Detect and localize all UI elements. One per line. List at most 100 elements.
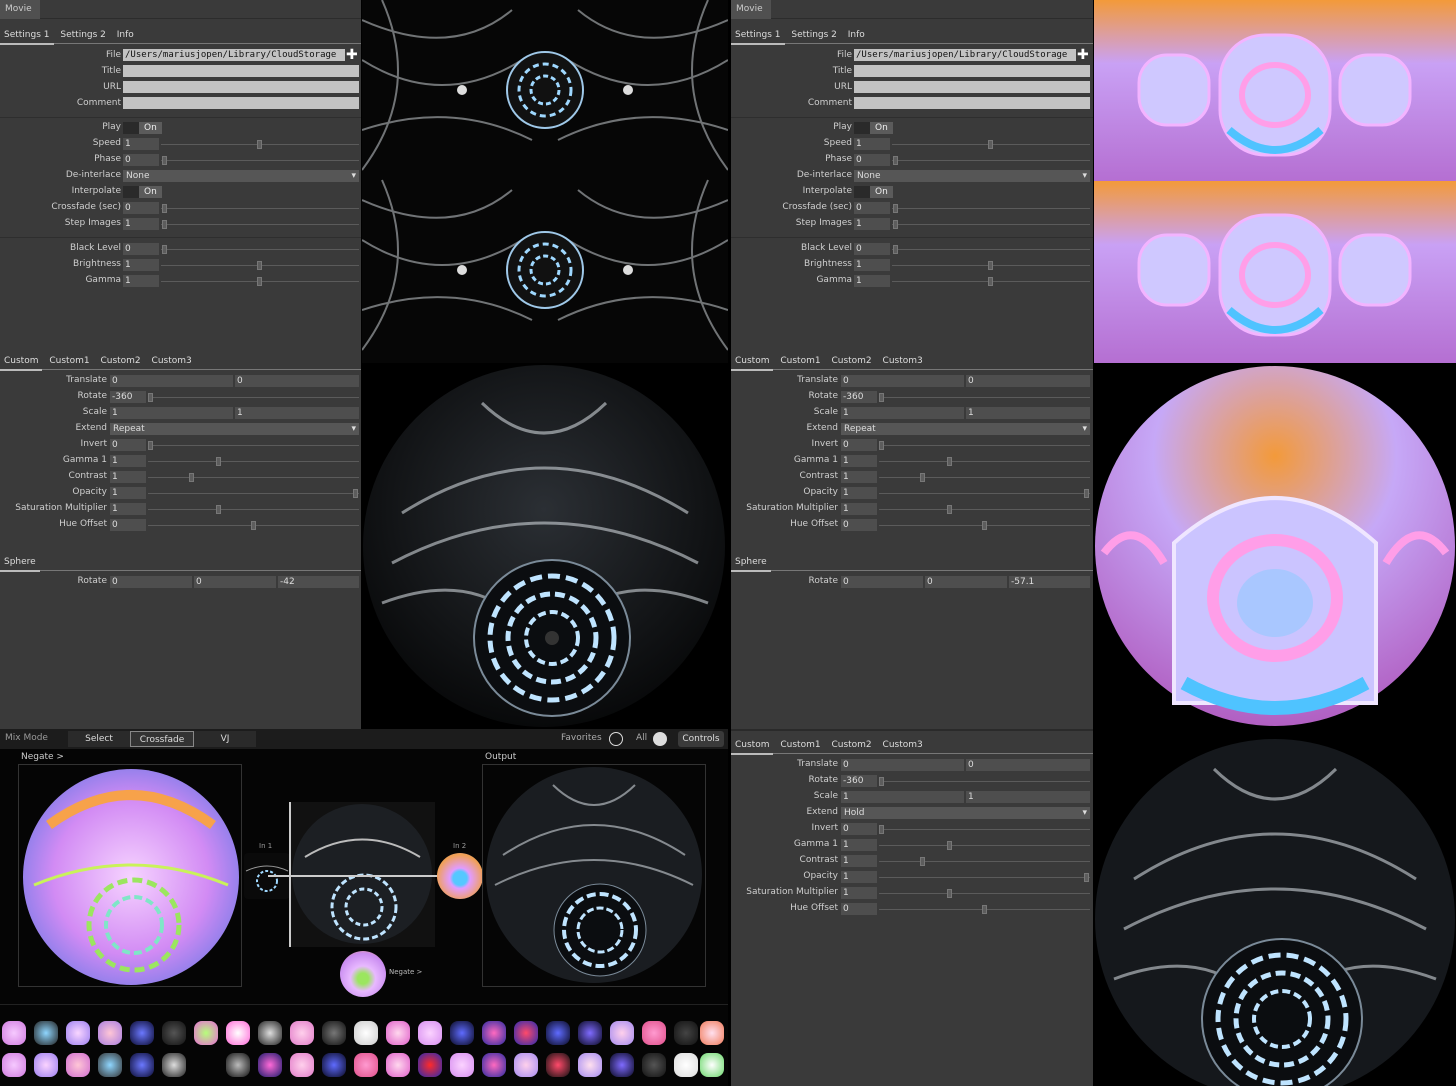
rotate-slider-handle[interactable] <box>148 393 153 402</box>
tab-settings-1[interactable]: Settings 1 <box>0 28 54 45</box>
phase-slider-handle[interactable] <box>162 156 167 165</box>
play-toggle[interactable]: On <box>854 122 893 134</box>
opacity-slider-handle[interactable] <box>1084 489 1089 498</box>
sphere-rotate-z-field[interactable]: -42 <box>278 576 359 588</box>
scale-x-field[interactable]: 1 <box>110 407 233 419</box>
saturation-slider-handle[interactable] <box>947 889 952 898</box>
media-thumbnail[interactable] <box>450 1053 474 1077</box>
media-thumbnail[interactable] <box>98 1053 122 1077</box>
translate-x-field[interactable]: 0 <box>110 375 233 387</box>
crossfade-field[interactable]: 0 <box>123 202 159 214</box>
sphere-rotate-y-field[interactable]: 0 <box>925 576 1007 588</box>
brightness-slider-handle[interactable] <box>257 261 262 270</box>
black-level-field[interactable]: 0 <box>123 243 159 255</box>
contrast-slider-track[interactable] <box>879 477 1090 478</box>
saturation-field[interactable]: 1 <box>110 503 146 515</box>
crossfade-slider-handle[interactable] <box>162 204 167 213</box>
add-file-icon[interactable]: ✚ <box>1077 48 1089 62</box>
media-thumbnail[interactable] <box>610 1053 634 1077</box>
translate-x-field[interactable]: 0 <box>841 759 964 771</box>
all-radio[interactable] <box>653 732 667 746</box>
tab-custom1[interactable]: Custom1 <box>776 354 824 369</box>
step-images-slider-track[interactable] <box>892 224 1090 225</box>
contrast-slider-handle[interactable] <box>920 857 925 866</box>
translate-y-field[interactable]: 0 <box>235 375 359 387</box>
contrast-slider-handle[interactable] <box>920 473 925 482</box>
hue-offset-field[interactable]: 0 <box>841 903 877 915</box>
speed-slider-handle[interactable] <box>257 140 262 149</box>
interpolate-toggle[interactable]: On <box>123 186 162 198</box>
media-thumbnail[interactable] <box>546 1053 570 1077</box>
invert-slider-track[interactable] <box>148 445 359 446</box>
invert-field[interactable]: 0 <box>841 439 877 451</box>
tab-settings-2[interactable]: Settings 2 <box>787 28 841 43</box>
gamma1-slider-track[interactable] <box>879 461 1090 462</box>
phase-field[interactable]: 0 <box>123 154 159 166</box>
tab-custom2[interactable]: Custom2 <box>827 354 875 369</box>
invert-slider-handle[interactable] <box>879 825 884 834</box>
extend-dropdown[interactable]: Hold <box>841 807 1090 819</box>
media-thumbnail[interactable] <box>130 1021 154 1045</box>
brightness-field[interactable]: 1 <box>123 259 159 271</box>
in2-thumbnail[interactable] <box>437 853 483 899</box>
gamma1-slider-track[interactable] <box>879 845 1090 846</box>
speed-slider-handle[interactable] <box>988 140 993 149</box>
hue-offset-slider-handle[interactable] <box>982 521 987 530</box>
saturation-slider-track[interactable] <box>879 509 1090 510</box>
phase-slider-handle[interactable] <box>893 156 898 165</box>
media-thumbnail[interactable] <box>34 1021 58 1045</box>
brightness-field[interactable]: 1 <box>854 259 890 271</box>
black-level-field[interactable]: 0 <box>854 243 890 255</box>
tab-info[interactable]: Info <box>844 28 869 43</box>
rotate-field[interactable]: -360 <box>110 391 146 403</box>
opacity-slider-track[interactable] <box>148 493 359 494</box>
gamma-slider-handle[interactable] <box>257 277 262 286</box>
saturation-slider-handle[interactable] <box>216 505 221 514</box>
media-thumbnail[interactable] <box>130 1053 154 1077</box>
media-thumbnail[interactable] <box>642 1021 666 1045</box>
step-images-slider-handle[interactable] <box>893 220 898 229</box>
crossfade-slider-track[interactable] <box>892 208 1090 209</box>
media-thumbnail[interactable] <box>354 1021 378 1045</box>
invert-field[interactable]: 0 <box>110 439 146 451</box>
media-thumbnail[interactable] <box>290 1053 314 1077</box>
comment-field[interactable] <box>854 97 1090 109</box>
scale-x-field[interactable]: 1 <box>841 407 964 419</box>
tab-custom[interactable]: Custom <box>0 354 43 371</box>
media-thumbnail[interactable] <box>578 1021 602 1045</box>
title-field[interactable] <box>123 65 359 77</box>
tab-custom2[interactable]: Custom2 <box>96 354 144 369</box>
gamma1-field[interactable]: 1 <box>841 839 877 851</box>
media-thumbnail[interactable] <box>418 1053 442 1077</box>
speed-field[interactable]: 1 <box>123 138 159 150</box>
file-field[interactable]: /Users/mariusjopen/Library/CloudStorage <box>854 49 1076 61</box>
rotate-slider-track[interactable] <box>879 781 1090 782</box>
media-thumbnail[interactable] <box>258 1053 282 1077</box>
gamma1-slider-handle[interactable] <box>216 457 221 466</box>
media-thumbnail[interactable] <box>482 1021 506 1045</box>
opacity-field[interactable]: 1 <box>841 487 877 499</box>
media-thumbnail[interactable] <box>194 1021 218 1045</box>
tab-custom2[interactable]: Custom2 <box>827 738 875 753</box>
phase-slider-track[interactable] <box>161 160 359 161</box>
crossfade-handle-horizontal[interactable] <box>268 875 458 877</box>
media-thumbnail[interactable] <box>610 1021 634 1045</box>
step-images-slider-track[interactable] <box>161 224 359 225</box>
saturation-field[interactable]: 1 <box>841 503 877 515</box>
media-thumbnail[interactable] <box>34 1053 58 1077</box>
deinterlace-dropdown[interactable]: None <box>123 170 359 182</box>
media-thumbnail[interactable] <box>98 1021 122 1045</box>
crossfade-slider-track[interactable] <box>161 208 359 209</box>
favorites-radio[interactable] <box>609 732 623 746</box>
interpolate-toggle[interactable]: On <box>854 186 893 198</box>
crossfade-slider-handle[interactable] <box>893 204 898 213</box>
media-thumbnail[interactable] <box>162 1021 186 1045</box>
media-thumbnail[interactable] <box>450 1021 474 1045</box>
rotate-slider-track[interactable] <box>148 397 359 398</box>
controls-button[interactable]: Controls <box>678 731 724 747</box>
invert-slider-handle[interactable] <box>879 441 884 450</box>
rotate-field[interactable]: -360 <box>841 391 877 403</box>
sphere-rotate-z-field[interactable]: -57.1 <box>1009 576 1090 588</box>
contrast-field[interactable]: 1 <box>841 471 877 483</box>
opacity-field[interactable]: 1 <box>110 487 146 499</box>
